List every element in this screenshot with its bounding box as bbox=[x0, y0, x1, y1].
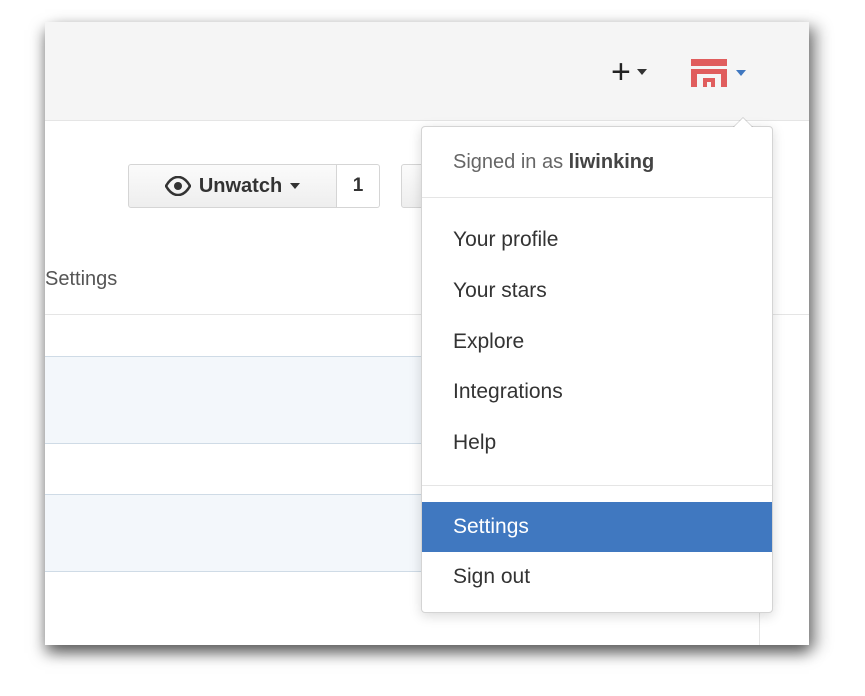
signed-in-header: Signed in as liwinking bbox=[453, 151, 654, 174]
top-header: + bbox=[45, 22, 809, 121]
menu-item-sign-out[interactable]: Sign out bbox=[422, 553, 772, 601]
menu-item-help[interactable]: Help bbox=[422, 419, 772, 467]
create-new-button[interactable]: + bbox=[611, 52, 667, 92]
tab-settings[interactable]: Settings bbox=[45, 268, 117, 291]
menu-item-settings[interactable]: Settings bbox=[422, 502, 772, 552]
menu-item-your-stars[interactable]: Your stars bbox=[422, 267, 772, 315]
chevron-down-icon bbox=[290, 183, 301, 189]
user-menu-button[interactable] bbox=[691, 55, 766, 91]
unwatch-label: Unwatch bbox=[198, 174, 283, 197]
menu-item-your-profile[interactable]: Your profile bbox=[422, 216, 772, 264]
menu-divider bbox=[422, 485, 772, 486]
menu-divider bbox=[422, 197, 772, 198]
signed-in-prefix: Signed in as bbox=[453, 151, 564, 173]
screenshot-frame: + Unwatch 1 Settings Signed in as liwink… bbox=[45, 22, 809, 645]
unwatch-button[interactable]: Unwatch bbox=[128, 164, 337, 208]
watch-count[interactable]: 1 bbox=[337, 164, 380, 208]
username: liwinking bbox=[568, 151, 655, 173]
menu-item-integrations[interactable]: Integrations bbox=[422, 368, 772, 416]
dropdown-arrow bbox=[733, 117, 753, 127]
user-dropdown-menu: Signed in as liwinking Your profile Your… bbox=[421, 117, 773, 613]
chevron-down-icon bbox=[736, 70, 746, 76]
user-avatar-icon bbox=[691, 59, 727, 87]
chevron-down-icon bbox=[636, 69, 647, 75]
eye-icon bbox=[164, 176, 191, 196]
plus-icon: + bbox=[611, 53, 631, 91]
menu-item-explore[interactable]: Explore bbox=[422, 318, 772, 366]
